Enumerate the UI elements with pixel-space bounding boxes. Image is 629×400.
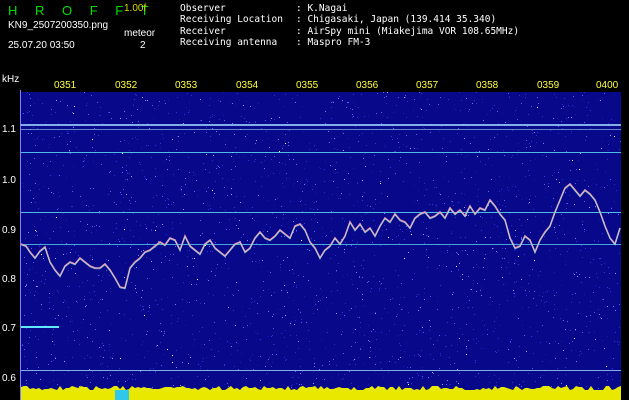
freq-tick: 1.1 (2, 124, 16, 135)
time-tick: 0359 (537, 80, 560, 91)
time-tick: 0358 (476, 80, 499, 91)
time-tick: 0351 (54, 80, 77, 91)
time-tick: 0400 (596, 80, 619, 91)
meteor-trace-shadow (20, 184, 621, 290)
time-tick: 0352 (115, 80, 138, 91)
time-tick: 0356 (356, 80, 379, 91)
time-tick: 0353 (175, 80, 198, 91)
freq-tick: 0.9 (2, 225, 16, 236)
time-tick: 0354 (236, 80, 259, 91)
freq-tick: 0.8 (2, 274, 16, 285)
time-tick: 0355 (296, 80, 319, 91)
time-tick: 0357 (416, 80, 439, 91)
freq-tick: 0.7 (2, 323, 16, 334)
freq-tick: 0.6 (2, 373, 16, 384)
freq-tick: 1.0 (2, 175, 16, 186)
trace-layer (20, 182, 621, 290)
